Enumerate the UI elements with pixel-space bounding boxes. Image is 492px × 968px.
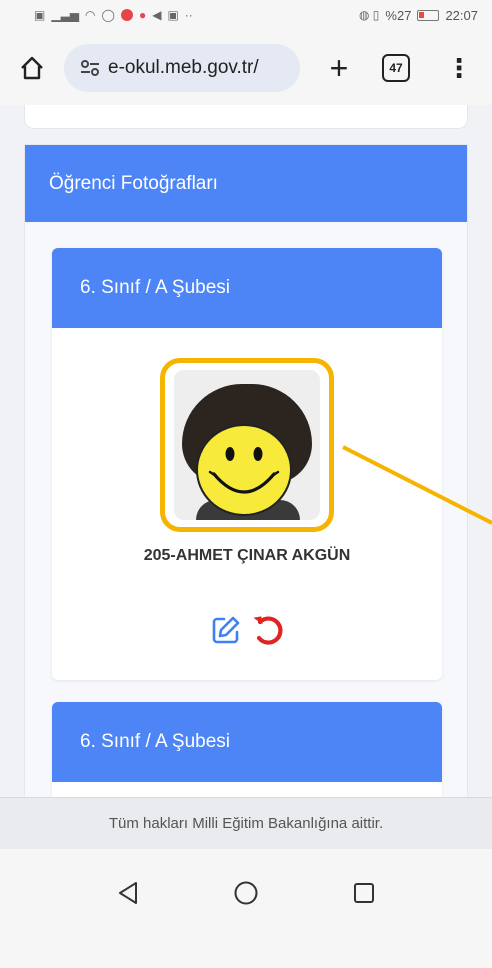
footer-text: Tüm hakları Milli Eğitim Bakanlığına ait… xyxy=(108,815,384,832)
wifi-icon: ◠ xyxy=(85,8,96,22)
undo-button[interactable] xyxy=(250,612,286,648)
photo-actions xyxy=(52,612,442,648)
send-icon: ◀ xyxy=(152,8,162,22)
status-icons-left: ▣ ▁▃▅ ◠ ◯ ● ◀ ▣ ·· xyxy=(34,8,193,22)
previous-card xyxy=(24,105,468,129)
class-header: 6. Sınıf / A Şubesi xyxy=(52,702,442,782)
student-photos-panel: Öğrenci Fotoğrafları 6. Sınıf / A Şubesi xyxy=(24,144,468,797)
page-content: Öğrenci Fotoğrafları 6. Sınıf / A Şubesi xyxy=(0,105,492,797)
tab-switcher-button[interactable]: 47 xyxy=(382,53,410,82)
student-photo[interactable] xyxy=(174,370,320,520)
class-header: 6. Sınıf / A Şubesi xyxy=(52,248,442,328)
student-card: 6. Sınıf / A Şubesi 205-AHMET ÇINAR AKGÜ… xyxy=(52,248,442,680)
home-button[interactable] xyxy=(16,52,48,84)
recents-icon xyxy=(354,883,374,903)
smiley-icon xyxy=(196,424,292,516)
whatsapp-icon: ◯ xyxy=(101,8,115,22)
back-icon xyxy=(119,882,137,904)
new-tab-button[interactable]: + xyxy=(322,52,356,84)
browser-toolbar: e-okul.meb.gov.tr/ + 47 ⋮ xyxy=(0,30,492,105)
edit-button[interactable] xyxy=(208,612,244,648)
home-nav-button[interactable] xyxy=(226,873,266,913)
site-settings-icon[interactable] xyxy=(80,59,100,77)
back-button[interactable] xyxy=(108,873,148,913)
section-header: Öğrenci Fotoğrafları xyxy=(25,145,467,222)
location-icon: ● xyxy=(138,8,147,22)
vibrate-icon: ◍ ▯ xyxy=(359,8,380,22)
student-card: 6. Sınıf / A Şubesi xyxy=(52,702,442,797)
recents-button[interactable] xyxy=(344,873,384,913)
app-icon xyxy=(120,9,133,21)
image-icon: ▣ xyxy=(167,8,179,22)
section-title: Öğrenci Fotoğrafları xyxy=(49,172,218,194)
edit-icon xyxy=(212,616,240,644)
clock: 22:07 xyxy=(445,7,478,23)
signal-icon: ▁▃▅ xyxy=(51,8,80,22)
battery-percent: %27 xyxy=(385,7,412,23)
home-icon xyxy=(21,56,43,79)
class-label: 6. Sınıf / A Şubesi xyxy=(80,277,230,298)
photo-highlight xyxy=(160,358,334,532)
system-nav-bar xyxy=(0,849,492,968)
more-icon: ·· xyxy=(184,8,193,22)
browser-menu-button[interactable]: ⋮ xyxy=(446,55,472,81)
status-bar: ▣ ▁▃▅ ◠ ◯ ● ◀ ▣ ·· ◍ ▯ %27 22:07 xyxy=(0,0,492,30)
battery-icon xyxy=(417,9,440,21)
status-icons-right: ◍ ▯ %27 22:07 xyxy=(359,8,478,23)
page-footer: Tüm hakları Milli Eğitim Bakanlığına ait… xyxy=(0,797,492,849)
class-label: 6. Sınıf / A Şubesi xyxy=(80,731,230,752)
url-text: e-okul.meb.gov.tr/ xyxy=(108,56,259,78)
home-circle-icon xyxy=(234,881,258,905)
address-bar[interactable]: e-okul.meb.gov.tr/ xyxy=(64,43,300,92)
sim-icon: ▣ xyxy=(34,8,46,22)
undo-icon xyxy=(253,616,283,645)
student-name: 205-AHMET ÇINAR AKGÜN xyxy=(143,547,351,564)
